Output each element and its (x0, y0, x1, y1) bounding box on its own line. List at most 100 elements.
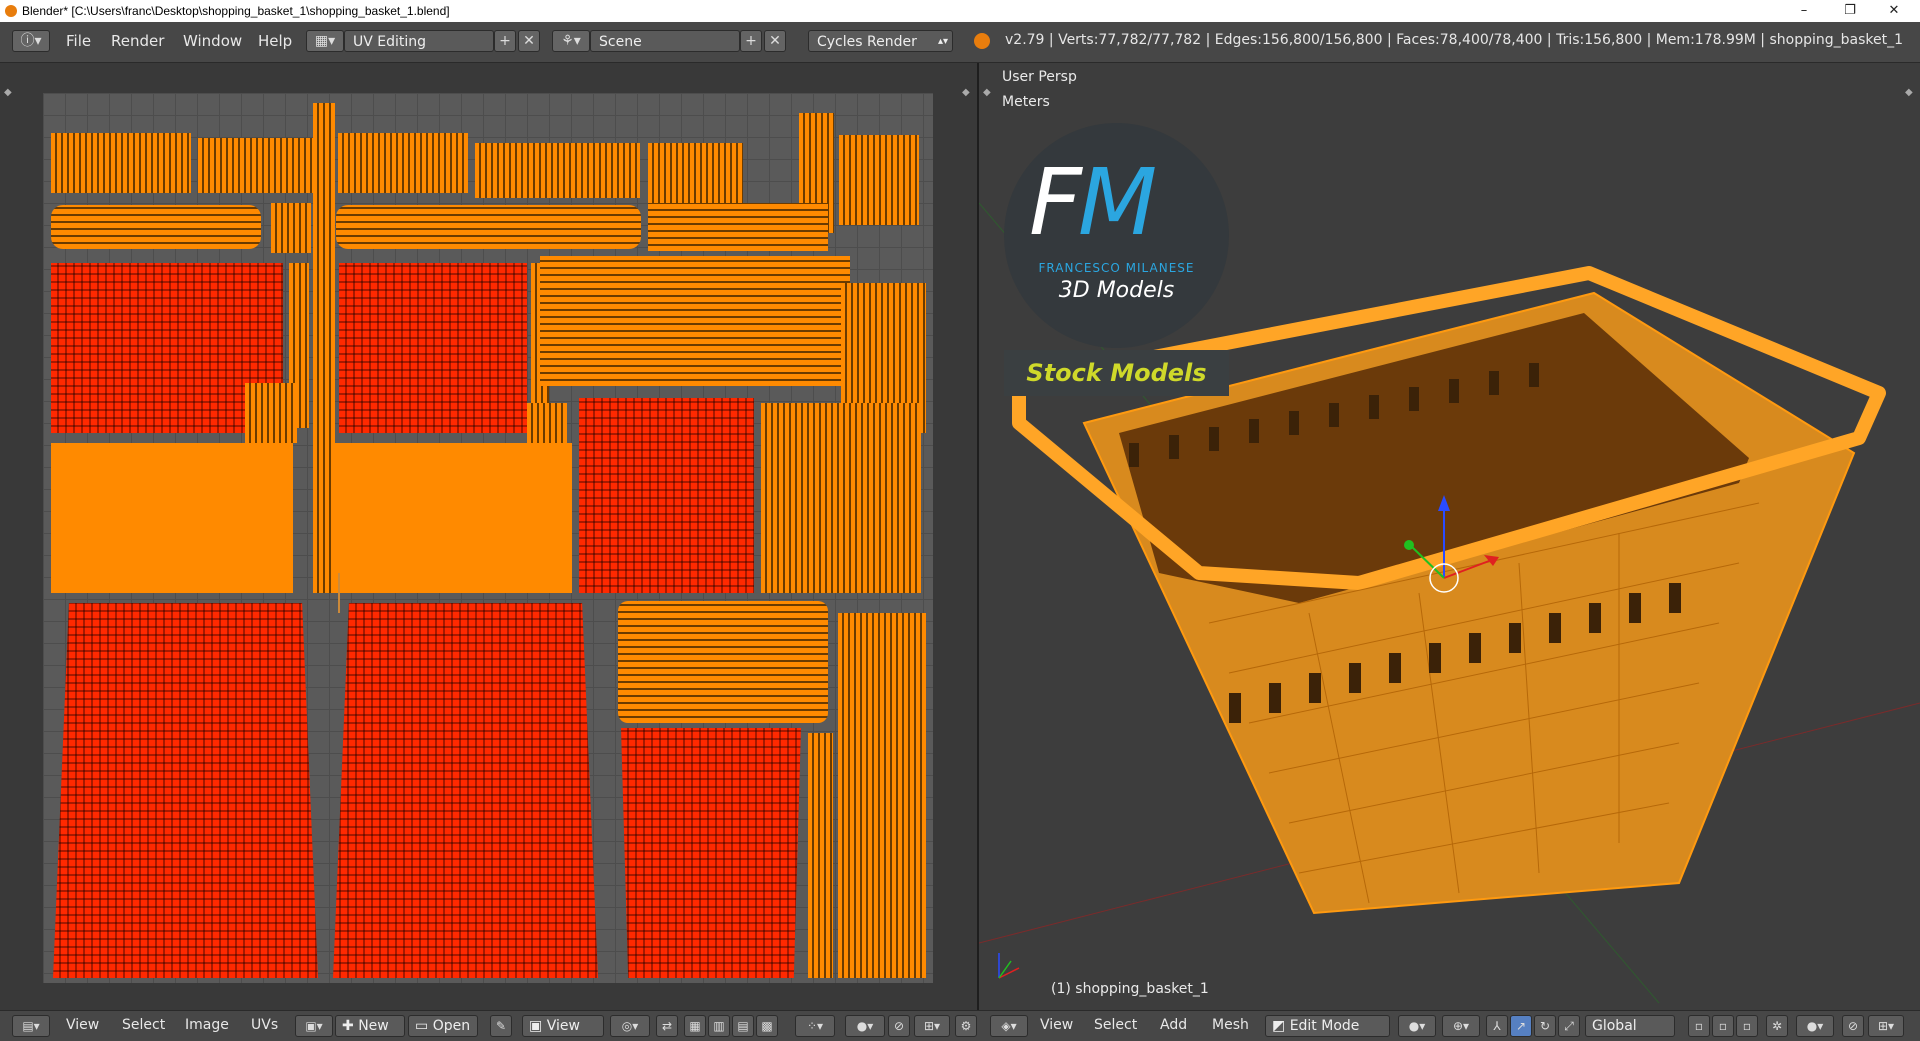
3d-viewport[interactable]: ◆ ◆ User Persp Meters FM FRANCESCO MILAN… (979, 63, 1920, 1010)
uv-view-mode-dropdown[interactable]: ▣ View (522, 1015, 604, 1037)
info-header: ⓘ▾ File Render Window Help ▦▾ UV Editing… (0, 22, 1920, 63)
view3d-menu-add[interactable]: Add (1160, 1017, 1187, 1033)
vertex-select-icon[interactable]: ▦ (684, 1015, 706, 1037)
uv-menu-uvs[interactable]: UVs (251, 1017, 278, 1033)
uv-island (333, 603, 598, 978)
uv-menu-select[interactable]: Select (122, 1017, 165, 1033)
uv-menu-view[interactable]: View (66, 1017, 99, 1033)
uv-island (53, 603, 318, 978)
restore-button[interactable]: ❐ (1828, 0, 1872, 22)
uv-island (51, 443, 293, 593)
snap-icon[interactable]: ⊘ (888, 1015, 910, 1037)
uv-island (648, 203, 828, 251)
limit-selection-icon[interactable]: ✲ (1766, 1015, 1788, 1037)
edit-mode-icon: ◩ (1272, 1018, 1290, 1034)
area-corner-icon[interactable]: ◆ (983, 87, 991, 98)
uv-menu-image[interactable]: Image (185, 1017, 229, 1033)
uv-island (271, 203, 311, 253)
pivot-point-icon[interactable]: ⊕▾ (1442, 1015, 1480, 1037)
snap-mode-icon[interactable]: ⊞▾ (914, 1015, 950, 1037)
uv-island (540, 256, 850, 386)
scene-statistics: v2.79 | Verts:77,782/77,782 | Edges:156,… (1005, 32, 1904, 48)
menu-window[interactable]: Window (183, 32, 242, 50)
units-label: Meters (1002, 94, 1050, 110)
rotate-icon[interactable]: ↻ (1534, 1015, 1556, 1037)
uv-image-editor[interactable]: ◆ ◆ (0, 63, 977, 1010)
blender-logo-icon (974, 33, 990, 49)
add-screen-icon[interactable]: + (494, 30, 516, 52)
view-label: User Persp (1002, 69, 1077, 85)
view3d-menu-select[interactable]: Select (1094, 1017, 1137, 1033)
open-image-button[interactable]: ▭ Open (408, 1015, 478, 1037)
scale-icon[interactable]: ⤢ (1558, 1015, 1580, 1037)
mode-dropdown[interactable]: ◩ Edit Mode (1265, 1015, 1390, 1037)
render-engine-dropdown[interactable]: Cycles Render ▴▾ (808, 30, 953, 52)
menu-help[interactable]: Help (258, 32, 292, 50)
folder-icon: ▭ (415, 1018, 433, 1034)
menu-render[interactable]: Render (111, 32, 164, 50)
translate-icon[interactable]: ↗ (1510, 1015, 1532, 1037)
uv-island (335, 443, 572, 593)
proportional-edit-icon[interactable]: ●▾ (845, 1015, 885, 1037)
manipulator-toggle-icon[interactable]: ⅄ (1486, 1015, 1508, 1037)
plus-icon: ✚ (342, 1018, 359, 1034)
screen-layout-selector[interactable]: UV Editing (344, 30, 494, 52)
area-corner-icon[interactable]: ◆ (962, 87, 970, 98)
remove-screen-icon[interactable]: ✕ (518, 30, 540, 52)
pivot-icon[interactable]: ◎▾ (610, 1015, 650, 1037)
fm-logo-letters: FM (1029, 149, 1157, 256)
sticky-select-icon[interactable]: ⁘▾ (795, 1015, 835, 1037)
uv-island (245, 383, 297, 443)
menu-file[interactable]: File (66, 32, 91, 50)
snap-element-icon[interactable]: ⊞▾ (1868, 1015, 1904, 1037)
transform-orientation-dropdown[interactable]: Global (1585, 1015, 1675, 1037)
fm-logo-subtitle: FRANCESCO MILANESE (1038, 261, 1195, 275)
dropdown-arrow-icon: ▴▾ (937, 36, 948, 47)
area-corner-icon[interactable]: ◆ (1905, 87, 1913, 98)
select-vertex-icon[interactable]: ▫ (1688, 1015, 1710, 1037)
render-engine-label: Cycles Render (817, 34, 917, 50)
uv-island (648, 143, 743, 203)
uv-island (579, 398, 754, 593)
view3d-menu-view[interactable]: View (1040, 1017, 1073, 1033)
uv-island (313, 103, 335, 593)
face-select-icon[interactable]: ▤ (732, 1015, 754, 1037)
uv-island (527, 403, 567, 443)
view3d-editor-type-icon[interactable]: ◈▾ (990, 1015, 1028, 1037)
pin-icon[interactable]: ✎ (490, 1015, 512, 1037)
shading-icon[interactable]: ●▾ (1398, 1015, 1436, 1037)
screen-layout-icon[interactable]: ▦▾ (306, 30, 344, 52)
editor-type-icon[interactable]: ▤▾ (12, 1015, 50, 1037)
view3d-menu-mesh[interactable]: Mesh (1212, 1017, 1249, 1033)
scene-icon[interactable]: ⚘▾ (552, 30, 590, 52)
object-label: (1) shopping_basket_1 (1051, 981, 1209, 997)
2d-cursor-icon[interactable] (338, 573, 354, 613)
uv-island (618, 601, 828, 723)
minimize-button[interactable]: – (1782, 0, 1826, 22)
sync-selection-icon[interactable]: ⇄ (656, 1015, 678, 1037)
uv-island (761, 403, 921, 593)
new-image-button[interactable]: ✚ New (335, 1015, 405, 1037)
stock-models-banner: Stock Models (1004, 350, 1229, 396)
proportional-editing-icon[interactable]: ●▾ (1796, 1015, 1834, 1037)
image-browse-icon[interactable]: ▣▾ (295, 1015, 333, 1037)
remove-scene-icon[interactable]: ✕ (764, 30, 786, 52)
uv-canvas[interactable] (43, 93, 933, 983)
y-arrow-head[interactable] (1404, 540, 1414, 550)
uv-island (339, 263, 527, 433)
edge-select-icon[interactable]: ▥ (708, 1015, 730, 1037)
info-icon[interactable]: ⓘ▾ (12, 30, 50, 52)
window-title: Blender* [C:\Users\franc\Desktop\shoppin… (22, 4, 450, 18)
uv-misc-icon[interactable]: ⚙ (955, 1015, 977, 1037)
area-corner-icon[interactable]: ◆ (4, 87, 12, 98)
scene-selector[interactable]: Scene (590, 30, 740, 52)
close-button[interactable]: ✕ (1872, 0, 1916, 22)
add-scene-icon[interactable]: + (740, 30, 762, 52)
island-select-icon[interactable]: ▩ (756, 1015, 778, 1037)
uv-island (198, 138, 313, 193)
select-face-icon[interactable]: ▫ (1736, 1015, 1758, 1037)
uv-island (808, 733, 833, 978)
window-titlebar: Blender* [C:\Users\franc\Desktop\shoppin… (0, 0, 1920, 22)
select-edge-icon[interactable]: ▫ (1712, 1015, 1734, 1037)
snap-toggle-icon[interactable]: ⊘ (1842, 1015, 1864, 1037)
